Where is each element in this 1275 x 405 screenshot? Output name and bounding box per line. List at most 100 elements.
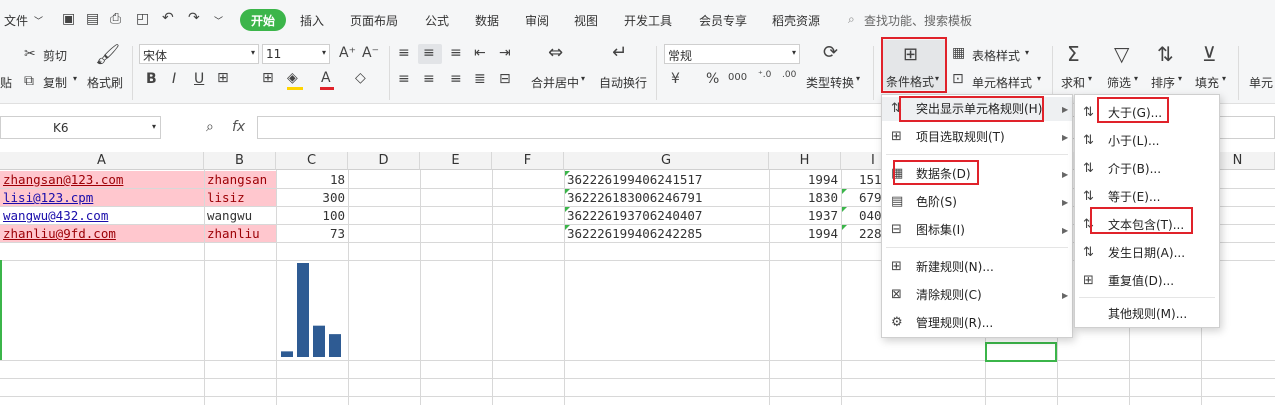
fill-color-icon[interactable]: ◈ — [287, 71, 298, 85]
percent-icon[interactable]: % — [706, 72, 719, 86]
undo-icon[interactable]: ↶ — [162, 11, 174, 25]
wrap-text-button[interactable]: 自动换行 — [599, 74, 647, 91]
column-header-e[interactable]: E — [420, 152, 492, 170]
fill-button[interactable]: 填充 — [1195, 74, 1219, 91]
indent-decrease-icon[interactable]: ⇤ — [474, 46, 486, 60]
chevron-down-icon[interactable]: ▾ — [1088, 74, 1092, 83]
email-cell[interactable]: wangwu@432.com — [3, 207, 108, 225]
cut-icon[interactable]: ✂ — [24, 47, 36, 61]
align-center-icon[interactable]: ≡ — [423, 72, 435, 86]
type-convert-button[interactable]: 类型转换 — [806, 74, 854, 91]
print-icon[interactable]: ⎙ — [110, 12, 121, 26]
cell-style-button[interactable]: 单元格样式 — [972, 74, 1032, 91]
decrease-decimal-icon[interactable]: .00 — [782, 71, 796, 80]
column-header-c[interactable]: C — [276, 152, 348, 170]
name-cell[interactable]: lisiz — [207, 189, 245, 207]
chevron-down-icon[interactable]: ▾ — [1025, 48, 1029, 57]
column-header-g[interactable]: G — [564, 152, 769, 170]
chevron-down-icon[interactable]: ﹀ — [34, 14, 43, 27]
number-cell[interactable]: 18 — [276, 171, 345, 189]
tab-page-layout[interactable]: 页面布局 — [350, 12, 398, 29]
font-color-icon[interactable]: A — [321, 71, 331, 85]
code-cell[interactable]: 040 — [859, 207, 882, 225]
wrap-icon[interactable]: ↵ — [612, 44, 627, 62]
tab-view[interactable]: 视图 — [574, 12, 598, 29]
email-cell[interactable]: zhanliu@9fd.com — [3, 225, 116, 243]
chevron-down-icon[interactable]: ▾ — [581, 74, 585, 83]
chevron-down-icon[interactable]: ▾ — [73, 74, 77, 83]
menu-item-more-rules[interactable]: 其他规则(M)... — [1108, 303, 1187, 325]
fill-icon[interactable]: ⊻ — [1202, 44, 1217, 64]
tab-docer[interactable]: 稻壳资源 — [772, 12, 820, 29]
number-cell[interactable]: 73 — [276, 225, 345, 243]
table-style-icon[interactable]: ▦ — [952, 46, 965, 60]
menu-item-between[interactable]: 介于(B)... — [1108, 158, 1161, 180]
file-menu[interactable]: 文件 — [4, 12, 28, 29]
menu-item-clear-rules[interactable]: 清除规则(C) — [916, 284, 982, 306]
tab-formulas[interactable]: 公式 — [425, 12, 449, 29]
name-box[interactable]: K6 ▾ — [0, 116, 161, 139]
italic-icon[interactable]: I — [172, 72, 176, 86]
menu-item-icon-sets[interactable]: 图标集(I) — [916, 219, 965, 241]
currency-icon[interactable]: ¥ — [671, 72, 680, 86]
function-icon[interactable]: fx — [232, 119, 245, 135]
thousands-icon[interactable]: 000 — [728, 73, 747, 83]
menu-item-top-bottom-rules[interactable]: 项目选取规则(T) — [916, 126, 1005, 148]
redo-icon[interactable]: ↷ — [188, 11, 200, 25]
id-cell[interactable]: 362226199406241517 — [567, 171, 702, 189]
code-cell[interactable]: 151 — [859, 171, 882, 189]
sort-button[interactable]: 排序 — [1151, 74, 1175, 91]
menu-item-equal-to[interactable]: 等于(E)... — [1108, 186, 1160, 208]
distributed-icon[interactable]: ⊟ — [499, 72, 511, 86]
font-name-select[interactable]: 宋体 ▾ — [139, 44, 259, 64]
menu-item-duplicate-values[interactable]: 重复值(D)... — [1108, 270, 1174, 292]
sum-icon[interactable]: Σ — [1067, 44, 1080, 64]
paste-fragment[interactable]: 贴 — [0, 74, 12, 91]
decrease-font-icon[interactable]: A⁻ — [362, 46, 379, 60]
strikethrough-icon[interactable]: ⊞ — [262, 71, 274, 85]
chevron-down-icon[interactable]: ▾ — [856, 74, 860, 83]
print-preview-icon[interactable]: ◰ — [136, 12, 149, 26]
code-cell[interactable]: 228 — [859, 225, 882, 243]
copy-button[interactable]: 复制 — [43, 74, 67, 91]
filter-icon[interactable]: ▽ — [1114, 44, 1129, 64]
save-icon[interactable]: ▣ — [62, 12, 75, 26]
clear-icon[interactable]: ◇ — [355, 71, 366, 85]
search-box[interactable]: 查找功能、搜索模板 — [864, 12, 972, 29]
align-middle-icon[interactable]: ≡ — [423, 46, 435, 60]
increase-decimal-icon[interactable]: ⁺.0 — [758, 71, 771, 80]
cut-button[interactable]: 剪切 — [43, 47, 67, 64]
format-painter-icon[interactable]: 🖌 — [95, 44, 120, 64]
tab-data[interactable]: 数据 — [475, 12, 499, 29]
chevron-down-icon[interactable]: ▾ — [1222, 74, 1226, 83]
cell-style-icon[interactable]: ⊡ — [952, 72, 964, 86]
indent-increase-icon[interactable]: ⇥ — [499, 46, 511, 60]
year-cell[interactable]: 1994 — [769, 171, 838, 189]
menu-item-less-than[interactable]: 小于(L)... — [1108, 130, 1160, 152]
year-cell[interactable]: 1994 — [769, 225, 838, 243]
export-pdf-icon[interactable]: ▤ — [86, 12, 99, 26]
email-cell[interactable]: lisi@123.cpm — [3, 189, 93, 207]
column-header-a[interactable]: A — [0, 152, 204, 170]
column-header-d[interactable]: D — [348, 152, 420, 170]
chevron-down-icon[interactable]: ▾ — [1178, 74, 1182, 83]
chevron-down-icon[interactable]: ▾ — [1037, 74, 1041, 83]
cell-button[interactable]: 单元 — [1249, 74, 1273, 91]
sort-icon[interactable]: ⇅ — [1157, 44, 1174, 64]
name-cell[interactable]: zhangsan — [207, 171, 267, 189]
id-cell[interactable]: 362226199406242285 — [567, 225, 702, 243]
chevron-down-icon[interactable]: ﹀ — [214, 14, 223, 27]
number-format-select[interactable]: 常规 ▾ — [664, 44, 800, 64]
column-header-h[interactable]: H — [769, 152, 841, 170]
search-icon[interactable]: ⌕ — [848, 12, 855, 27]
number-cell[interactable]: 300 — [276, 189, 345, 207]
tab-home[interactable]: 开始 — [240, 9, 286, 31]
name-cell[interactable]: zhanliu — [207, 225, 260, 243]
column-header-b[interactable]: B — [204, 152, 276, 170]
column-header-f[interactable]: F — [492, 152, 564, 170]
menu-item-new-rule[interactable]: 新建规则(N)... — [916, 256, 994, 278]
increase-font-icon[interactable]: A⁺ — [339, 46, 356, 60]
bold-icon[interactable]: B — [146, 72, 157, 86]
border-icon[interactable]: ⊞ — [217, 71, 229, 85]
menu-item-color-scales[interactable]: 色阶(S) — [916, 191, 957, 213]
